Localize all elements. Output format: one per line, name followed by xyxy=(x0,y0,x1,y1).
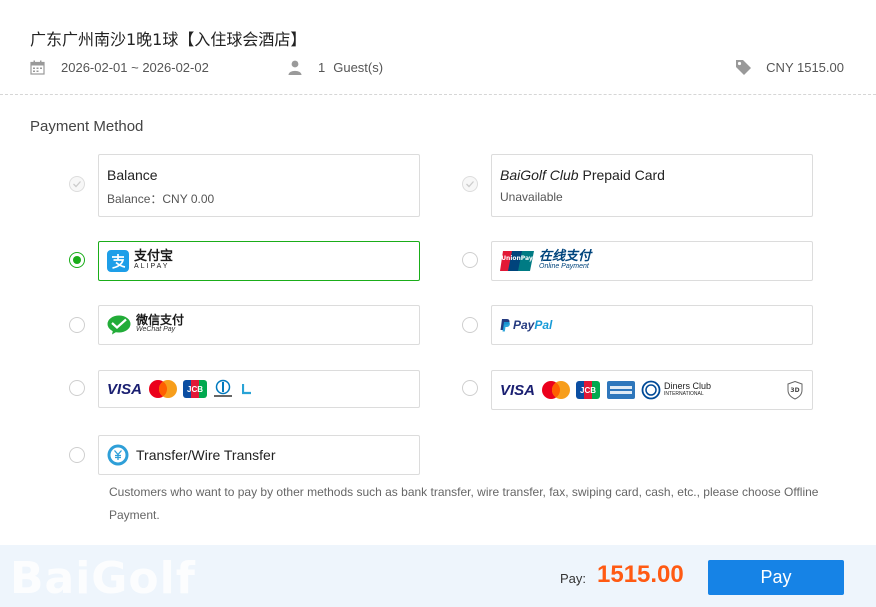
prepaid-brand: BaiGolf Club xyxy=(500,167,579,183)
order-summary: 广东广州南沙1晚1球【入住球会酒店】 2026-02-01 ~ 2026-02-… xyxy=(0,0,876,95)
payment-option-paypal[interactable]: Pay Pal xyxy=(491,305,813,345)
mastercard-icon xyxy=(149,380,178,398)
check-icon xyxy=(73,181,81,188)
card-logos: VISA JCB xyxy=(107,379,252,399)
payment-method-title: Payment Method xyxy=(30,118,144,135)
alipay-en: ALIPAY xyxy=(134,263,170,270)
intl-card-logos: VISA JCB Diners Club INTERNATIONAL xyxy=(500,380,711,400)
paypal-logo: Pay Pal xyxy=(500,318,552,332)
balance-amount: Balance：CNY 0.00 xyxy=(107,192,215,206)
diners-club-text: Diners Club xyxy=(664,381,712,391)
offline-payment-note: Customers who want to pay by other metho… xyxy=(109,485,819,522)
unionpay-icon: UnionPay xyxy=(500,251,534,271)
guest-count: 1 Guest(s) xyxy=(288,58,383,76)
visa-logo: VISA xyxy=(107,380,143,398)
payment-option-prepaid-card: BaiGolf Club Prepaid Card Unavailable xyxy=(491,154,813,217)
radio-unionpay[interactable] xyxy=(462,252,478,268)
prepaid-status: Unavailable xyxy=(500,190,563,204)
stay-dates: 2026-02-01 ~ 2026-02-02 xyxy=(30,58,209,76)
payment-option-credit-cards[interactable]: VISA JCB xyxy=(98,370,420,408)
order-price: CNY 1515.00 xyxy=(735,58,844,76)
alipay-logo: 支付宝 ALIPAY xyxy=(107,248,174,272)
card-icon xyxy=(242,384,252,395)
calendar-icon xyxy=(30,60,45,75)
3d-secure-text: 3D xyxy=(790,387,799,394)
prepaid-title-rest: Prepaid Card xyxy=(578,167,665,183)
unionpay-logo: UnionPay 在线支付 Online Payment xyxy=(500,248,592,272)
transfer-title: Transfer/Wire Transfer xyxy=(136,447,276,463)
diners-club-icon xyxy=(641,380,661,400)
transfer-icon xyxy=(107,444,129,466)
hotel-name: 广东广州南沙1晚1球【入住球会酒店】 xyxy=(30,30,307,49)
pay-button[interactable]: Pay xyxy=(708,560,844,595)
person-icon xyxy=(288,60,302,75)
baigolf-watermark: BaiGolf xyxy=(10,553,196,604)
dates-text: 2026-02-01 ~ 2026-02-02 xyxy=(61,59,209,75)
jcb-logo: JCB xyxy=(183,380,208,398)
paypal-pal-text: Pal xyxy=(534,318,553,332)
price-tag-icon xyxy=(736,59,752,75)
radio-paypal[interactable] xyxy=(462,317,478,333)
unionpay-en: Online Payment xyxy=(539,263,589,270)
radio-wechat-pay[interactable] xyxy=(69,317,85,333)
radio-balance xyxy=(69,176,85,192)
guest-number: 1 xyxy=(318,59,326,75)
jcb-logo: JCB xyxy=(576,381,601,399)
radio-transfer[interactable] xyxy=(69,447,85,463)
alipay-cn: 支付宝 xyxy=(134,248,174,263)
diners-club-sub: INTERNATIONAL xyxy=(664,391,704,397)
transfer-logo: Transfer/Wire Transfer xyxy=(107,444,276,466)
unionpay-badge-text: UnionPay xyxy=(501,255,533,262)
price-text: CNY 1515.00 xyxy=(766,59,844,75)
mastercard-icon xyxy=(542,381,571,399)
paypal-pay-text: Pay xyxy=(513,318,535,332)
wechat-pay-logo: 微信支付 WeChat Pay xyxy=(107,313,185,335)
radio-alipay[interactable] xyxy=(69,252,85,268)
paypal-icon xyxy=(500,318,510,331)
alipay-icon xyxy=(107,250,129,272)
payment-option-wechat-pay[interactable]: 微信支付 WeChat Pay xyxy=(98,305,420,345)
payment-option-balance: Balance Balance：CNY 0.00 xyxy=(98,154,420,217)
wechat-cn: 微信支付 xyxy=(136,313,185,327)
radio-cards-right[interactable] xyxy=(462,380,478,396)
pay-amount: 1515.00 xyxy=(597,561,684,588)
american-express-icon xyxy=(607,381,636,399)
unionpay-cn: 在线支付 xyxy=(539,248,592,263)
prepaid-title: BaiGolf Club Prepaid Card xyxy=(500,167,665,183)
3d-secure-shield-icon: 3D xyxy=(787,381,803,400)
visa-logo: VISA xyxy=(500,381,536,399)
check-icon xyxy=(466,181,474,188)
balance-title: Balance xyxy=(107,167,158,183)
payment-option-transfer[interactable]: Transfer/Wire Transfer xyxy=(98,435,420,475)
radio-prepaid-card xyxy=(462,176,478,192)
payment-option-international-cards[interactable]: VISA JCB Diners Club INTERNATIONAL 3D xyxy=(491,370,813,410)
payment-option-unionpay[interactable]: UnionPay 在线支付 Online Payment xyxy=(491,241,813,281)
wechat-pay-icon xyxy=(107,315,131,335)
diners-club-icon xyxy=(214,379,233,397)
radio-cards-left[interactable] xyxy=(69,380,85,396)
guest-label: Guest(s) xyxy=(333,59,384,75)
payment-option-alipay[interactable]: 支付宝 ALIPAY xyxy=(98,241,420,281)
pay-label: Pay: xyxy=(560,571,587,586)
payment-footer: BaiGolf Pay: 1515.00 Pay xyxy=(0,545,876,607)
